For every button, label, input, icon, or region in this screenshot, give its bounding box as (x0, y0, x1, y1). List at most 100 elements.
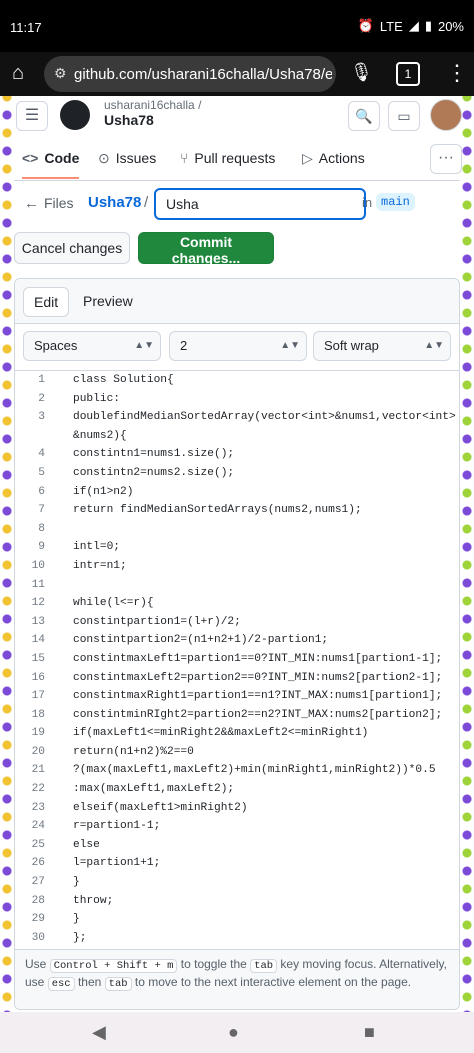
select-arrows-icon: ▲▼ (424, 340, 444, 351)
code-area[interactable]: 1 class Solution{2 public: 3 doublefindMedia… (15, 371, 459, 949)
line-number: 17 (31, 690, 45, 703)
code-text: l=partion1+1; (73, 857, 161, 870)
tab-pull-requests[interactable]: ⑂ Pull requests (180, 150, 275, 166)
line-number: 20 (31, 745, 45, 758)
code-line[interactable]: 9 intl=0; (15, 538, 459, 557)
line-number: 30 (31, 931, 45, 944)
line-number: 6 (38, 485, 45, 498)
tab-edit[interactable]: Edit (23, 287, 70, 317)
code-line[interactable]: 28 throw; (15, 892, 459, 911)
branch-badge[interactable]: main (376, 193, 415, 211)
code-line[interactable]: 25 else (15, 836, 459, 855)
code-line[interactable]: 16 constintmaxLeft2=partion2==0?INT_MIN:n… (15, 669, 459, 688)
indent-size-select[interactable]: 2 ▲▼ (169, 331, 307, 361)
code-line[interactable]: 23 elseif(maxLeft1>minRight2) (15, 799, 459, 818)
code-line[interactable]: 21 ?(max(maxLeft1,maxLeft2)+min(minRight1… (15, 761, 459, 780)
code-text: &nums2){ (73, 429, 127, 442)
code-text: constintmaxRight1=partion1==n1?INT_MAX:n… (73, 690, 443, 703)
line-number: 15 (31, 652, 45, 665)
avatar[interactable] (430, 99, 462, 131)
home-icon[interactable]: ⌂ (12, 62, 24, 85)
code-line[interactable]: 7 return findMedianSortedArrays(nums2,num… (15, 501, 459, 520)
code-line[interactable]: 15 constintmaxLeft1=partion1==0?INT_MIN:n… (15, 650, 459, 669)
tab-switcher-button[interactable]: 1 (396, 62, 420, 86)
code-line[interactable]: 13 constintpartion1=(l+r)/2; (15, 613, 459, 632)
tab-actions[interactable]: ▷ Actions (302, 150, 365, 167)
play-icon: ▷ (302, 150, 313, 166)
line-number: 25 (31, 838, 45, 851)
code-line[interactable]: 8 (15, 520, 459, 539)
code-line[interactable]: 11 (15, 576, 459, 595)
site-settings-icon[interactable]: ⚙ (54, 65, 67, 82)
editor-tabs: Edit Preview (15, 279, 459, 324)
code-text: public: (73, 392, 120, 405)
status-bar: 11:17 ⏰ LTE ◢ ▮ 20% (0, 0, 474, 52)
code-text: return findMedianSortedArrays(nums2,nums… (73, 504, 362, 517)
more-options-icon[interactable]: ··· (430, 144, 462, 174)
wrap-mode-value: Soft wrap (324, 338, 379, 353)
code-line[interactable]: 19 if(maxLeft1<=minRight2&&maxLeft2<=minR… (15, 724, 459, 743)
clock: 11:17 (10, 20, 42, 35)
code-line[interactable]: 10 intr=n1; (15, 557, 459, 576)
back-icon[interactable]: ◀ (92, 1022, 106, 1043)
code-text: doublefindMedianSortedArray(vector<int>&… (73, 411, 456, 424)
code-text: else (73, 838, 100, 851)
hamburger-menu-icon[interactable]: ☰ (16, 101, 48, 131)
url-text[interactable]: github.com/usharani16challa/Usha78/edit/ (74, 66, 332, 83)
microphone-icon[interactable]: 🎙 (350, 62, 373, 83)
code-line[interactable]: 3 doublefindMedianSortedArray(vector<int>… (15, 408, 459, 427)
signal-label: LTE (379, 18, 403, 34)
code-line[interactable]: 22:max(maxLeft1,maxLeft2); (15, 780, 459, 799)
home-circle-icon[interactable]: ● (228, 1022, 239, 1043)
recents-icon[interactable]: ■ (364, 1022, 375, 1043)
code-line[interactable]: 4 constintn1=nums1.size(); (15, 445, 459, 464)
files-link[interactable]: Files (44, 195, 74, 211)
indent-mode-select[interactable]: Spaces ▲▼ (23, 331, 161, 361)
code-text: constintpartion1=(l+r)/2; (73, 615, 241, 628)
code-line[interactable]: 30}; (15, 929, 459, 948)
code-line[interactable]: 18 constintminRIght2=partion2==n2?INT_MAX… (15, 706, 459, 725)
commit-changes-button[interactable]: Commit changes... (138, 232, 274, 266)
pull-request-icon: ⑂ (180, 150, 189, 166)
code-text: constintmaxLeft2=partion2==0?INT_MIN:num… (73, 671, 443, 684)
code-line[interactable]: 1 class Solution{ (15, 371, 459, 390)
code-line[interactable]: 17 constintmaxRight1=partion1==n1?INT_MAX… (15, 687, 459, 706)
tab-issues[interactable]: ⊙ Issues (98, 150, 156, 167)
in-label: in (362, 195, 373, 210)
code-line[interactable]: 27} (15, 873, 459, 892)
github-logo-icon[interactable] (60, 100, 90, 130)
code-text: constintn1=nums1.size(); (73, 448, 235, 461)
repo-name[interactable]: Usha78 (104, 112, 154, 128)
address-bar[interactable]: ⚙ github.com/usharani16challa/Usha78/edi… (44, 56, 336, 92)
code-text: }; (73, 931, 87, 944)
editor-keyboard-hint: Use Control + Shift + m to toggle the ta… (15, 949, 459, 1009)
code-line[interactable]: 2 public: (15, 390, 459, 409)
code-line[interactable]: 6 if(n1>n2) (15, 483, 459, 502)
hint-text: then (77, 975, 102, 989)
tab-preview[interactable]: Preview (73, 287, 143, 315)
code-text: class Solution{ (73, 374, 174, 386)
back-arrow-icon[interactable]: ← (24, 195, 39, 212)
filename-input[interactable] (154, 188, 366, 220)
line-number: 22 (31, 783, 45, 796)
cancel-changes-button[interactable]: Cancel changes (14, 232, 130, 264)
repo-link[interactable]: Usha78 (88, 194, 141, 211)
code-line[interactable]: 5 constintn2=nums2.size(); (15, 464, 459, 483)
commit-actions: Cancel changes Commit changes... (14, 232, 460, 266)
browser-menu-icon[interactable]: ⋮ (446, 60, 468, 86)
inbox-icon[interactable]: ▭ (388, 101, 420, 131)
line-number: 23 (31, 801, 45, 814)
code-line[interactable]: 24 r=partion1-1; (15, 817, 459, 836)
search-icon[interactable]: 🔍 (348, 101, 380, 131)
line-number: 14 (31, 634, 45, 647)
code-line[interactable]: 20 return(n1+n2)%2==0 (15, 743, 459, 762)
repo-nav: <> Code ⊙ Issues ⑂ Pull requests ▷ Actions ·… (14, 140, 462, 181)
code-line[interactable]: &nums2){ (15, 427, 459, 446)
wrap-mode-select[interactable]: Soft wrap ▲▼ (313, 331, 451, 361)
repo-owner[interactable]: usharani16challa / (104, 98, 201, 112)
code-line[interactable]: 12 while(l<=r){ (15, 594, 459, 613)
tab-code[interactable]: <> Code (22, 150, 80, 179)
code-line[interactable]: 29} (15, 910, 459, 929)
code-line[interactable]: 14 constintpartion2=(n1+n2+1)/2-partion1; (15, 631, 459, 650)
code-line[interactable]: 26 l=partion1+1; (15, 854, 459, 873)
